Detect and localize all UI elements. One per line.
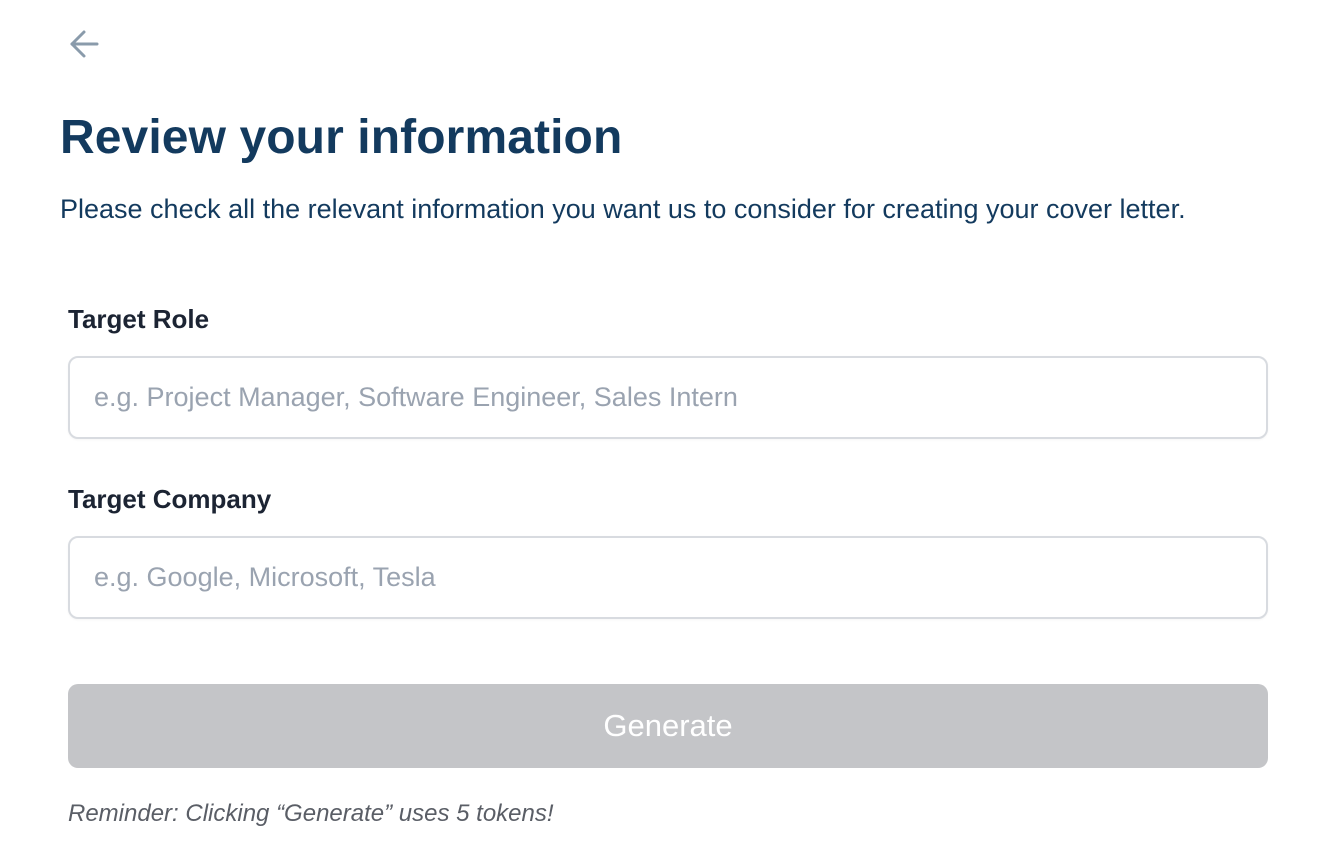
review-information-page: Review your information Please check all… xyxy=(0,0,1328,852)
arrow-left-icon xyxy=(66,26,102,62)
generate-button[interactable]: Generate xyxy=(68,684,1268,768)
back-button[interactable] xyxy=(62,24,106,64)
token-reminder: Reminder: Clicking “Generate” uses 5 tok… xyxy=(68,800,554,827)
target-company-input[interactable] xyxy=(68,536,1268,619)
target-role-label: Target Role xyxy=(68,304,210,334)
page-subtitle: Please check all the relevant informatio… xyxy=(60,194,1186,224)
page-title: Review your information xyxy=(60,111,623,164)
target-company-label: Target Company xyxy=(68,484,272,514)
target-role-input[interactable] xyxy=(68,356,1268,439)
